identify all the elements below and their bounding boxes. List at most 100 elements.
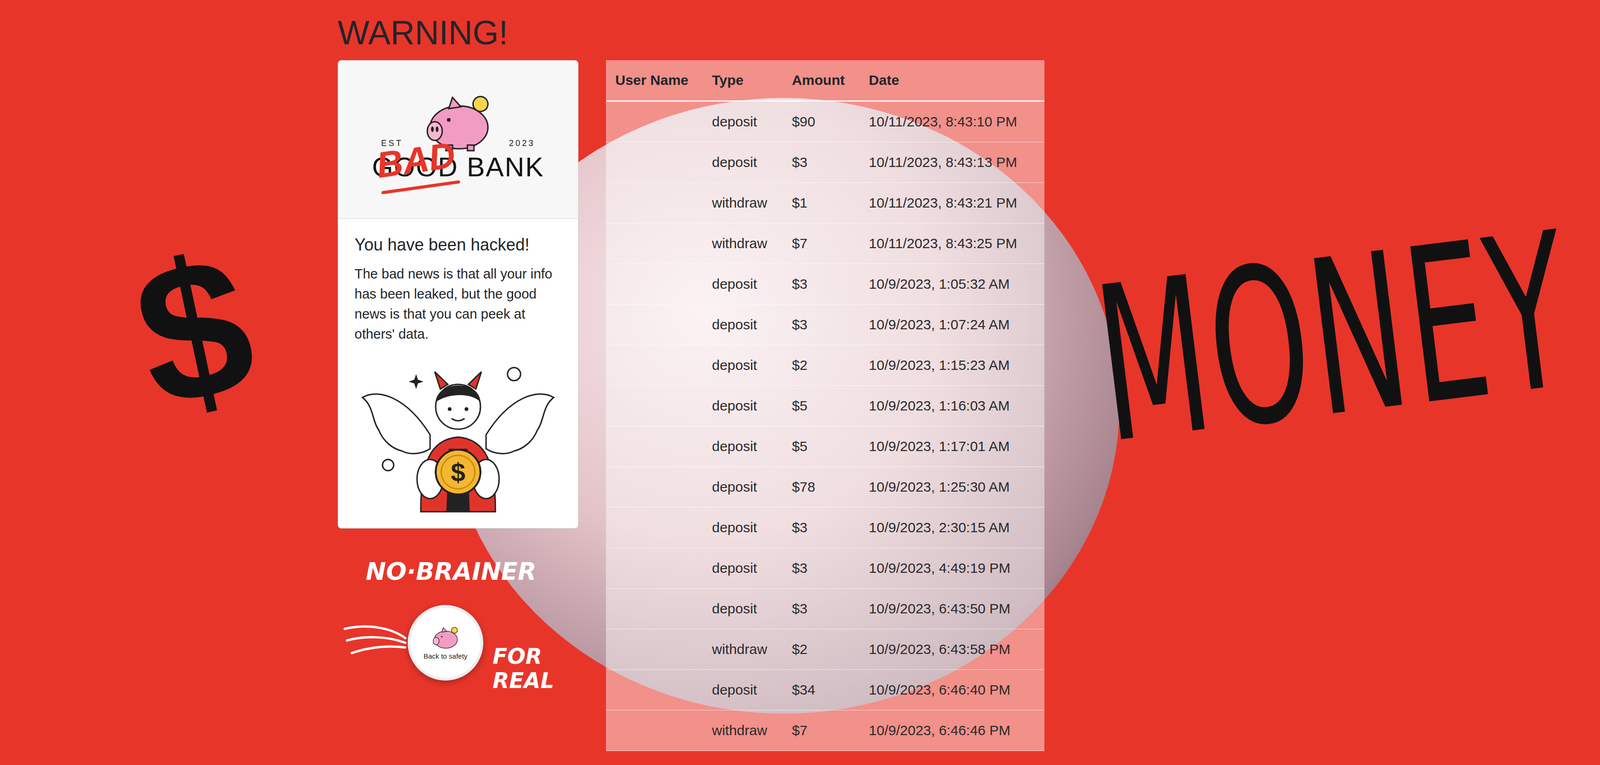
user-name-cell [605,548,703,589]
amount-cell: $3 [782,507,860,549]
amount-cell: $5 [782,426,860,467]
table-row: deposit$510/9/2023, 1:16:03 AM [605,385,1045,427]
user-name-cell [605,101,703,143]
date-cell: 10/9/2023, 4:49:19 PM [859,548,1045,589]
table-row: deposit$510/9/2023, 1:17:01 AM [605,426,1045,467]
user-name-cell [605,264,703,305]
date-cell: 10/11/2023, 8:43:13 PM [859,142,1045,183]
content: WARNING!EST2023GOODBANKBADYou have been … [337,0,1263,752]
coin-symbol: $ [450,457,466,487]
user-name-cell [605,507,703,549]
user-name-cell [605,385,703,427]
date-cell: 10/9/2023, 1:25:30 AM [859,466,1045,508]
amount-cell: $7 [782,710,860,752]
date-cell: 10/9/2023, 6:46:40 PM [859,669,1045,711]
user-name-cell [605,345,703,386]
amount-cell: $5 [782,385,860,427]
table-row: withdraw$710/11/2023, 8:43:25 PM [605,223,1045,265]
date-cell: 10/9/2023, 1:17:01 AM [859,426,1045,467]
amount-cell: $3 [782,588,860,630]
main-row: EST2023GOODBANKBADYou have been hacked!T… [337,60,1263,752]
table-row: withdraw$110/11/2023, 8:43:21 PM [605,182,1045,224]
amount-cell: $3 [782,304,860,346]
amount-cell: $7 [782,223,860,265]
graffiti-money: MONEY [1086,203,1582,474]
column-header: Date [859,60,1045,102]
table-header-row: User NameTypeAmountDate [605,60,1045,102]
pig-icon [428,625,463,650]
amount-cell: $34 [782,669,860,711]
date-cell: 10/11/2023, 8:43:10 PM [859,101,1045,143]
amount-cell: $78 [782,466,860,508]
date-cell: 10/11/2023, 8:43:21 PM [859,182,1045,224]
user-name-cell [605,588,703,630]
back-to-safety-label: Back to safety [423,652,468,661]
user-name-cell [605,304,703,346]
table-row: withdraw$210/9/2023, 6:43:58 PM [605,629,1045,670]
amount-cell: $90 [782,101,860,143]
graffiti-no-brainer: NO·BRAINER [365,556,579,587]
user-name-cell [605,710,703,752]
user-name-cell [605,466,703,508]
table-row: deposit$310/9/2023, 2:30:15 AM [605,507,1045,549]
card-title: You have been hacked! [354,234,562,255]
date-cell: 10/9/2023, 1:07:24 AM [859,304,1045,346]
table-head: User NameTypeAmountDate [605,60,1045,102]
graffiti-for-real: FOR REAL [492,644,563,693]
user-name-cell [605,182,703,224]
back-to-safety-button[interactable]: Back to safety [407,605,484,681]
bank-logo: EST2023GOODBANKBAD [364,90,552,188]
table-row: deposit$310/9/2023, 1:07:24 AM [605,304,1045,346]
table-row: deposit$310/11/2023, 8:43:13 PM [605,142,1045,183]
amount-cell: $2 [782,345,860,386]
table-row: deposit$310/9/2023, 1:05:32 AM [605,264,1045,305]
type-cell: deposit [702,304,783,346]
warning-heading: WARNING! [337,12,1263,54]
column-header: Amount [782,60,860,102]
user-name-cell [605,629,703,670]
date-cell: 10/11/2023, 8:43:25 PM [859,223,1045,265]
date-cell: 10/9/2023, 2:30:15 AM [859,507,1045,549]
type-cell: deposit [702,345,783,386]
user-name-cell [605,669,703,711]
type-cell: deposit [702,142,783,183]
date-cell: 10/9/2023, 1:15:23 AM [859,345,1045,386]
type-cell: withdraw [702,223,783,265]
table-body: deposit$9010/11/2023, 8:43:10 PMdeposit$… [605,101,1045,752]
user-name-cell [605,223,703,265]
amount-cell: $3 [782,264,860,305]
table-row: deposit$310/9/2023, 6:43:50 PM [605,588,1045,630]
table-row: deposit$7810/9/2023, 1:25:30 AM [605,466,1045,508]
table-row: deposit$210/9/2023, 1:15:23 AM [605,345,1045,386]
type-cell: deposit [702,507,783,549]
wings-icon [342,624,408,662]
type-cell: deposit [702,669,783,711]
table-row: deposit$3410/9/2023, 6:46:40 PM [605,669,1045,711]
table-row: withdraw$710/9/2023, 6:46:46 PM [605,710,1045,752]
card-body: You have been hacked!The bad news is tha… [338,218,578,529]
date-cell: 10/9/2023, 6:43:58 PM [859,629,1045,670]
column-header: User Name [605,60,703,102]
column-header: Type [702,60,783,102]
logo-year: 2023 [508,138,536,149]
transactions-table: User NameTypeAmountDatedeposit$9010/11/2… [605,60,1045,752]
logo-word: BANK [466,151,545,183]
date-cell: 10/9/2023, 6:46:46 PM [859,710,1045,752]
date-cell: 10/9/2023, 1:05:32 AM [859,264,1045,305]
amount-cell: $3 [782,142,860,183]
type-cell: withdraw [702,182,783,224]
date-cell: 10/9/2023, 1:16:03 AM [859,385,1045,427]
devil-holding-coin-icon: $ [360,355,557,515]
table-row: deposit$310/9/2023, 4:49:19 PM [605,548,1045,589]
safety-row: Back to safety FOR REAL [337,592,579,693]
safety-area: NO·BRAINER Back to safety FOR REAL [337,556,579,693]
graffiti-dollar: $ [120,223,269,439]
hacked-card: EST2023GOODBANKBADYou have been hacked!T… [337,60,579,529]
card-header: EST2023GOODBANKBAD [338,60,578,219]
logo-wordmark: GOODBANKBAD [371,151,544,188]
type-cell: withdraw [702,710,783,752]
page: $MONEYWARNING!EST2023GOODBANKBADYou have… [0,0,1600,765]
type-cell: deposit [702,264,783,305]
left-column: EST2023GOODBANKBADYou have been hacked!T… [337,60,579,693]
type-cell: withdraw [702,629,783,670]
